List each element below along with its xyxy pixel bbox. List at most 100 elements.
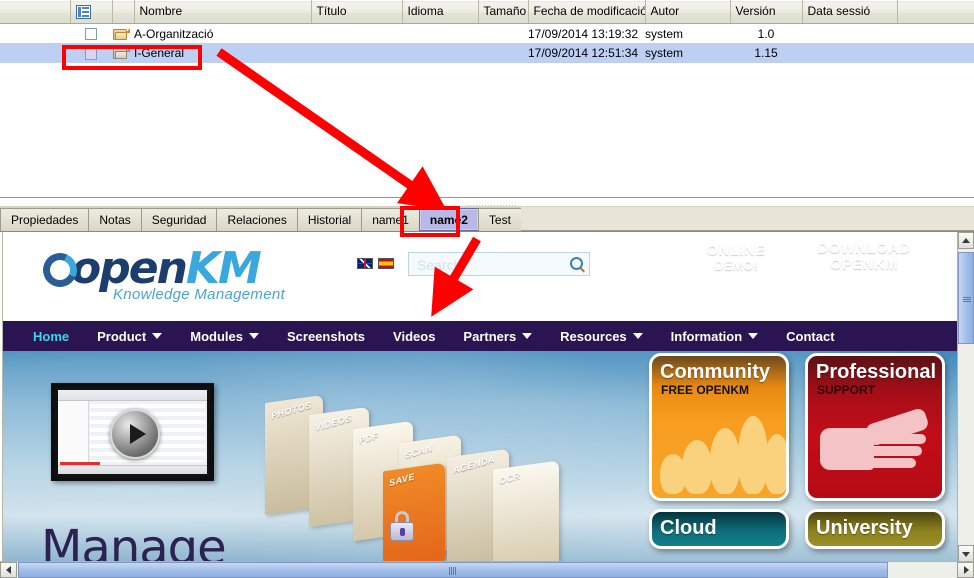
col-header-tamano[interactable]: Tamaño [478, 1, 528, 24]
tab-historial[interactable]: Historial [297, 208, 362, 231]
site-search-box[interactable]: Search [408, 252, 590, 276]
banner-line2: DEMO! [686, 259, 786, 273]
tab-seguridad[interactable]: Seguridad [141, 208, 218, 231]
nav-label: Modules [190, 329, 243, 344]
col-header-fecha-modificacion[interactable]: Fecha de modificació [528, 1, 645, 24]
scroll-left-button[interactable] [0, 562, 17, 578]
nav-item-resources[interactable]: Resources [546, 329, 656, 344]
col-header-blank-1[interactable] [0, 1, 70, 24]
col-header-titulo[interactable]: Título [311, 1, 402, 24]
card-professional[interactable]: Professional SUPPORT [805, 353, 945, 501]
row-spacer [0, 23, 70, 43]
scroll-right-button[interactable] [957, 562, 974, 578]
tab-notas[interactable]: Notas [88, 208, 141, 231]
search-placeholder: Search [417, 257, 461, 273]
video-player-thumbnail[interactable] [51, 383, 214, 481]
nav-label: Home [33, 329, 69, 344]
play-button-icon[interactable] [110, 409, 160, 459]
col-header-blank-3[interactable] [897, 1, 974, 24]
tab-bar-filler [521, 207, 974, 231]
cell-titulo [311, 23, 402, 43]
chevron-down-icon [962, 552, 970, 557]
nav-item-modules[interactable]: Modules [176, 329, 273, 344]
cell-end [897, 23, 974, 43]
detail-tab-bar: Propiedades Notas Seguridad Relaciones H… [0, 206, 974, 232]
document-list-pane: Nombre Título Idioma Tamaño Fecha de mod… [0, 0, 974, 198]
tab-propiedades[interactable]: Propiedades [0, 208, 89, 231]
cell-tamano [478, 43, 528, 63]
horizontal-scroll-thumb[interactable] [18, 562, 888, 578]
annotation-box-selected-row [62, 45, 202, 70]
folder-label: AGENDA [453, 454, 496, 475]
language-selector [357, 258, 394, 269]
col-header-idioma[interactable]: Idioma [402, 1, 478, 24]
vertical-scroll-thumb[interactable] [958, 252, 974, 344]
handshake-icon [820, 410, 940, 490]
col-header-nombre[interactable]: Nombre [134, 1, 311, 24]
chevron-down-icon [522, 333, 532, 339]
card-title: University [816, 518, 942, 538]
cell-end [897, 43, 974, 63]
folder-ocr: OCR [493, 460, 559, 562]
card-cloud[interactable]: Cloud [649, 509, 789, 549]
cell-idioma [402, 23, 478, 43]
download-openkm-text: DOWNLOAD OPENKM [798, 241, 930, 273]
online-demo-text: ONLINE DEMO! [686, 243, 786, 272]
col-header-autor[interactable]: Autor [645, 1, 730, 24]
nav-label: Resources [560, 329, 626, 344]
folder-label: SCAN [404, 443, 433, 460]
scroll-down-button[interactable] [958, 545, 974, 562]
row-checkbox[interactable] [85, 28, 97, 40]
horizontal-scrollbar[interactable] [0, 561, 974, 578]
cell-data-sessio [802, 23, 897, 43]
chevron-left-icon [6, 566, 11, 574]
folder-icon [113, 28, 129, 41]
cell-idioma [402, 43, 478, 63]
card-title: Cloud [660, 518, 786, 538]
cell-data-sessio [802, 43, 897, 63]
chevron-right-icon [964, 566, 969, 574]
card-university[interactable]: University [805, 509, 945, 549]
nav-label: Screenshots [287, 329, 365, 344]
col-header-blank-2[interactable] [112, 1, 134, 24]
demo-arrow-icon [726, 283, 746, 297]
tab-test[interactable]: Test [478, 208, 522, 231]
cell-version: 1.0 [730, 23, 802, 43]
logo-tagline: Knowledge Management [113, 286, 343, 303]
folder-label: OCR [498, 470, 521, 486]
nav-label: Product [97, 329, 146, 344]
cell-nombre: A-Organització [134, 23, 311, 43]
card-subtitle: SUPPORT [817, 383, 942, 397]
lock-icon [390, 511, 414, 541]
nav-item-product[interactable]: Product [83, 329, 176, 344]
cell-tamano [478, 23, 528, 43]
nav-item-screenshots[interactable]: Screenshots [273, 329, 379, 344]
folder-label: VIDEOS [314, 413, 352, 433]
vertical-scrollbar[interactable] [957, 232, 974, 562]
nav-item-home[interactable]: Home [19, 329, 83, 344]
row-checkbox-cell[interactable] [70, 23, 112, 43]
download-arrow-bar [850, 312, 876, 316]
card-community[interactable]: Community FREE OPENKM [649, 353, 789, 501]
cell-titulo [311, 43, 402, 63]
nav-label: Videos [393, 329, 435, 344]
table-row[interactable]: A-Organització 17/09/2014 13:19:32 syste… [0, 23, 974, 43]
scroll-up-button[interactable] [958, 232, 974, 249]
col-header-list-icon[interactable] [70, 1, 112, 24]
col-header-version[interactable]: Versión [730, 1, 802, 24]
folder-label: PDF [358, 430, 379, 445]
search-icon[interactable] [570, 257, 583, 270]
col-header-data-sessio[interactable]: Data sessió [802, 1, 897, 24]
nav-item-partners[interactable]: Partners [449, 329, 546, 344]
chevron-down-icon [249, 333, 259, 339]
cell-fecha: 17/09/2014 12:51:34 [528, 43, 645, 63]
flag-es-icon[interactable] [378, 258, 394, 269]
openkm-logo[interactable]: openKM Knowledge Management [43, 246, 343, 310]
chevron-down-icon [152, 333, 162, 339]
nav-item-videos[interactable]: Videos [379, 329, 449, 344]
annotation-box-tab-name2 [400, 206, 460, 237]
flag-uk-icon[interactable] [357, 258, 373, 269]
openkm-application-window: Nombre Título Idioma Tamaño Fecha de mod… [0, 0, 974, 578]
card-title: Community [660, 362, 786, 382]
tab-relaciones[interactable]: Relaciones [216, 208, 297, 231]
